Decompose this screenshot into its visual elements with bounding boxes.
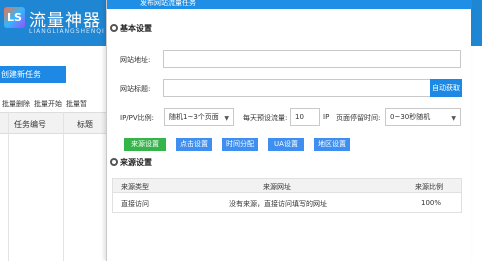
site-url-input[interactable] bbox=[163, 50, 461, 68]
daily-flow-input[interactable]: 10 bbox=[290, 108, 320, 126]
ip-pv-select[interactable]: 随机1~3个页面 ▼ bbox=[164, 108, 234, 126]
click-settings-button[interactable]: 点击设置 bbox=[176, 138, 212, 151]
daily-flow-label: 每天预设流量: bbox=[243, 114, 288, 122]
column-title[interactable]: 标题 bbox=[77, 119, 93, 130]
task-grid-body bbox=[0, 134, 106, 261]
batch-delete-button[interactable]: 批量删除 bbox=[2, 99, 30, 109]
header-source-ratio: 来源比例 bbox=[415, 183, 443, 191]
ip-pv-label: IP/PV比例: bbox=[120, 114, 155, 122]
site-title-label: 网站标题: bbox=[120, 85, 151, 93]
task-toolbar: 批量删除 批量开始 批量暂 bbox=[0, 97, 106, 111]
site-title-input[interactable] bbox=[163, 79, 431, 97]
region-settings-button[interactable]: 地区设置 bbox=[314, 138, 350, 151]
app-subtitle: LIANGLIANGSHENQI bbox=[29, 28, 105, 35]
row-source-type: 直接访问 bbox=[121, 200, 149, 208]
chevron-down-icon: ▼ bbox=[224, 115, 229, 122]
gear-icon bbox=[110, 158, 118, 166]
task-grid-header: 任务编号 标题 bbox=[0, 112, 106, 134]
header-source-url: 来源网址 bbox=[263, 183, 291, 191]
site-url-label: 网站地址: bbox=[120, 56, 151, 64]
row-source-url: 没有来源，直接访问填写的网址 bbox=[229, 200, 327, 208]
source-settings-button[interactable]: 来源设置 bbox=[124, 138, 166, 151]
source-table: 来源类型 来源网址 来源比例 直接访问 没有来源，直接访问填写的网址 100% bbox=[112, 178, 462, 213]
batch-start-button[interactable]: 批量开始 bbox=[34, 99, 62, 109]
dialog-title: 发布网站流量任务 bbox=[140, 0, 196, 7]
gear-icon bbox=[110, 24, 118, 32]
table-row[interactable]: 直接访问 没有来源，直接访问填写的网址 100% bbox=[112, 193, 462, 213]
auto-fetch-button[interactable]: 自动获取 bbox=[430, 79, 462, 97]
source-table-header: 来源类型 来源网址 来源比例 bbox=[112, 178, 462, 193]
column-task-id[interactable]: 任务编号 bbox=[14, 119, 46, 130]
dialog-titlebar[interactable]: 发布网站流量任务 bbox=[107, 0, 472, 9]
header-source-type: 来源类型 bbox=[121, 183, 149, 191]
stay-time-label: 页面停留时间: bbox=[336, 114, 381, 122]
source-settings-heading: 来源设置 bbox=[110, 157, 152, 168]
daily-flow-unit: IP bbox=[323, 113, 330, 121]
batch-pause-button[interactable]: 批量暂 bbox=[66, 99, 87, 109]
row-source-ratio: 100% bbox=[421, 199, 442, 207]
chevron-down-icon: ▼ bbox=[451, 115, 456, 122]
basic-settings-heading: 基本设置 bbox=[110, 23, 152, 34]
ua-settings-button[interactable]: UA设置 bbox=[268, 138, 304, 151]
app-logo-icon: LS bbox=[4, 7, 25, 28]
publish-task-dialog: 发布网站流量任务 基本设置 网站地址: 网站标题: 自动获取 IP/PV比例: … bbox=[106, 0, 472, 261]
create-task-button[interactable]: 创建新任务 bbox=[0, 66, 66, 83]
stay-time-select[interactable]: 0~30秒随机 ▼ bbox=[385, 108, 461, 126]
time-allocation-button[interactable]: 时间分配 bbox=[222, 138, 258, 151]
